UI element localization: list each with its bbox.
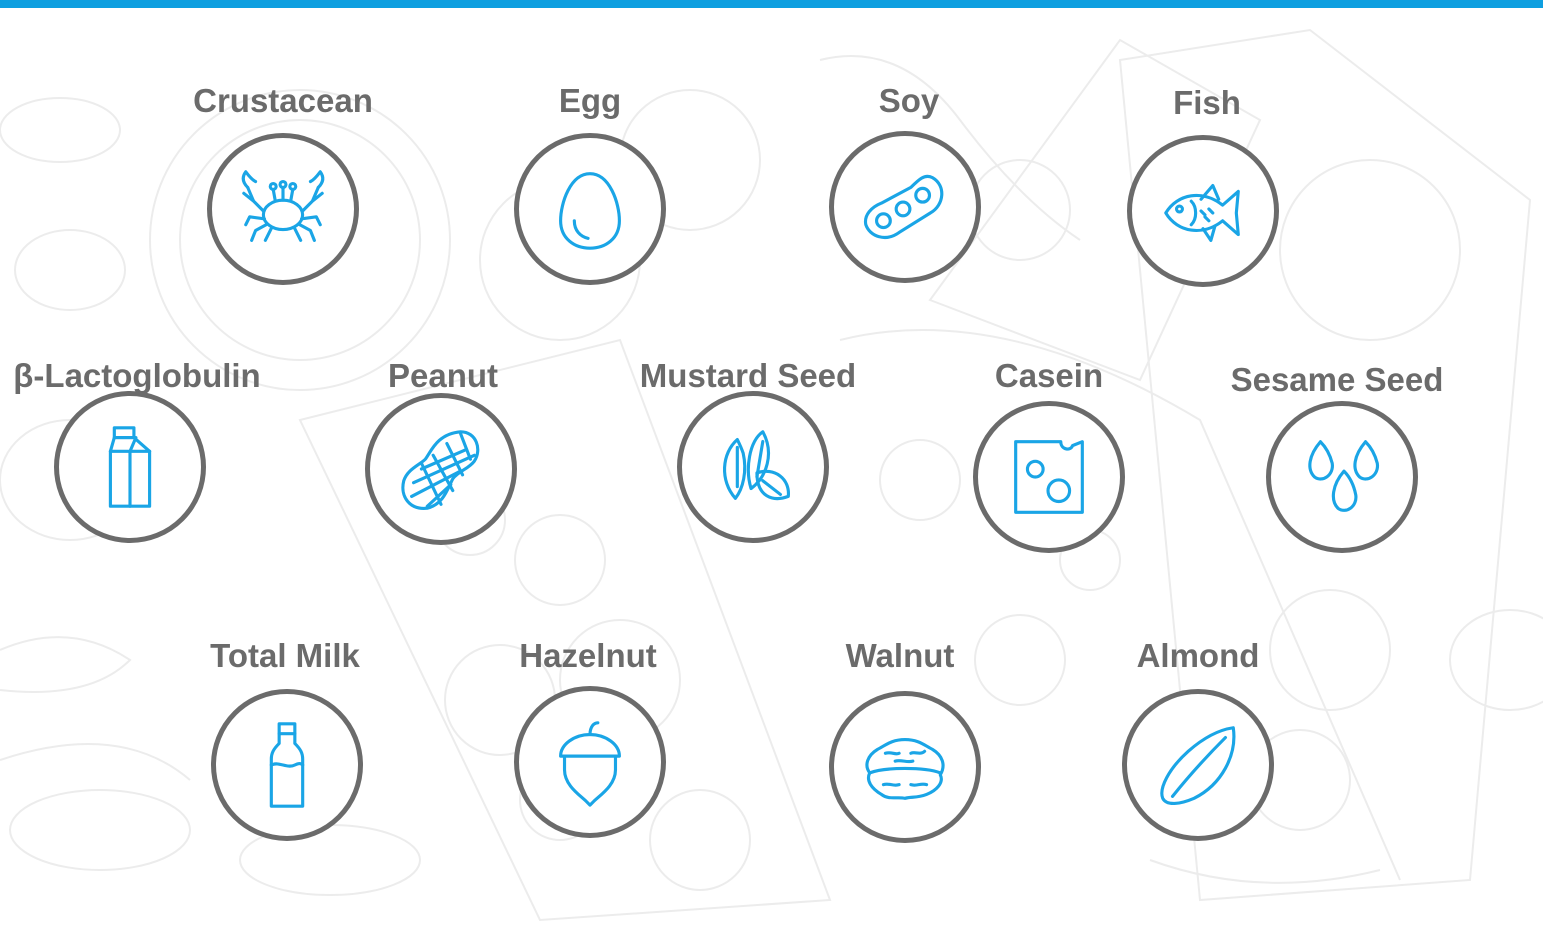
- mustard-seed-icon: [677, 391, 829, 543]
- allergen-label: Egg: [558, 82, 622, 119]
- allergen-label: Casein: [994, 357, 1104, 394]
- allergen-label: Hazelnut: [519, 637, 657, 674]
- allergen-label: Walnut: [845, 637, 955, 674]
- allergen-label: Soy: [878, 82, 940, 119]
- soybean-pod-icon: [829, 131, 981, 283]
- allergen-label: Crustacean: [193, 82, 373, 119]
- walnut-icon: [829, 691, 981, 843]
- cheese-icon: [973, 401, 1125, 553]
- allergen-label: Peanut: [387, 357, 499, 394]
- allergen-label: Almond: [1136, 637, 1260, 674]
- fish-icon: [1127, 135, 1279, 287]
- hazelnut-icon: [514, 686, 666, 838]
- sesame-seed-icon: [1266, 401, 1418, 553]
- egg-icon: [514, 133, 666, 285]
- peanut-icon: [365, 393, 517, 545]
- milk-carton-icon: [54, 391, 206, 543]
- allergen-label: Sesame Seed: [1230, 361, 1444, 398]
- crab-icon: [207, 133, 359, 285]
- allergen-label: Fish: [1173, 84, 1241, 121]
- milk-bottle-icon: [211, 689, 363, 841]
- allergen-label: Mustard Seed: [639, 357, 857, 394]
- allergen-label: Total Milk: [210, 637, 360, 674]
- almond-icon: [1122, 689, 1274, 841]
- allergen-label: β-Lactoglobulin: [13, 357, 261, 394]
